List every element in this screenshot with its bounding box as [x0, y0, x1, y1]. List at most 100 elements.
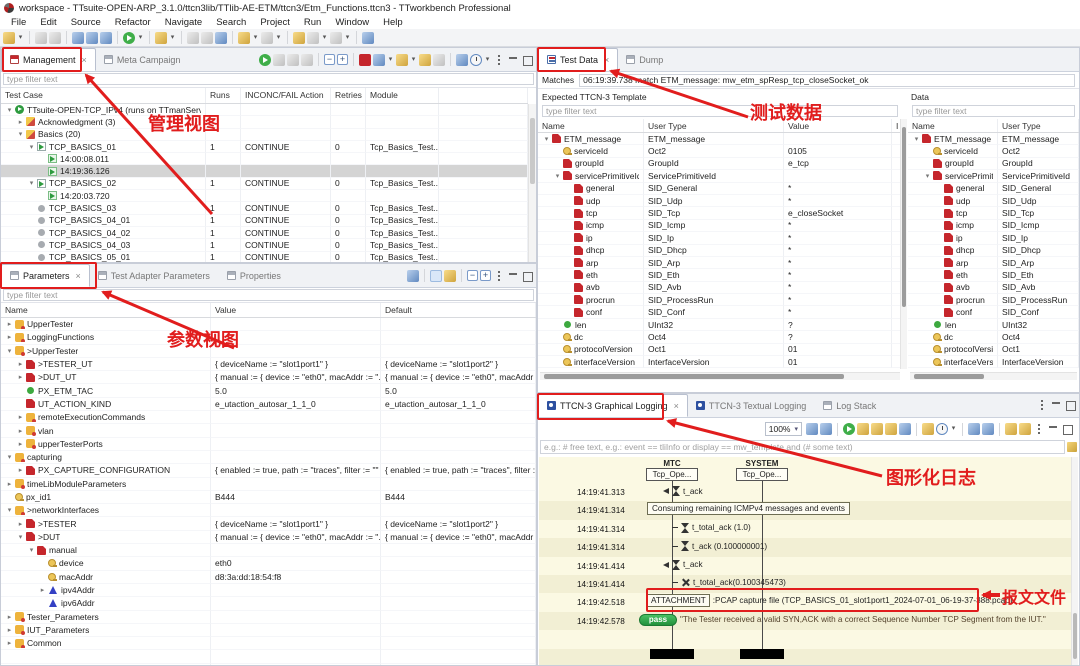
expander-icon[interactable]: ▾: [5, 453, 14, 461]
matches-value-field[interactable]: [579, 74, 1075, 87]
menu-search[interactable]: Search: [209, 17, 253, 28]
run-campaign-icon[interactable]: [259, 54, 271, 66]
back-icon[interactable]: [307, 32, 319, 44]
scrollbar-thumb[interactable]: [914, 374, 984, 379]
table-row[interactable]: ▾manual: [1, 544, 536, 557]
table-row[interactable]: dcOct4: [908, 331, 1079, 343]
table-row[interactable]: avbSID_Avb: [908, 282, 1079, 294]
time-icon[interactable]: [936, 423, 948, 435]
clear-icon[interactable]: [433, 54, 445, 66]
tab-close-icon[interactable]: ×: [674, 401, 679, 411]
table-row[interactable]: deviceeth0: [1, 557, 536, 570]
tab-close-icon[interactable]: ×: [82, 55, 87, 65]
expander-icon[interactable]: ▸: [16, 440, 25, 448]
attachment-box[interactable]: ATTACHMENT: [647, 594, 710, 607]
table-row[interactable]: ethSID_Eth: [908, 269, 1079, 281]
column-header-user-type[interactable]: User Type: [644, 119, 784, 132]
table-row[interactable]: groupIdGroupId: [908, 158, 1079, 170]
table-row[interactable]: arpSID_Arp: [908, 257, 1079, 269]
collapse-all-icon[interactable]: [467, 270, 478, 281]
table-row[interactable]: procrunSID_ProcessRun*: [538, 294, 900, 306]
table-row[interactable]: ▾Basics (20): [1, 129, 528, 141]
menu-refactor[interactable]: Refactor: [108, 17, 158, 28]
expander-icon[interactable]: ▸: [16, 427, 25, 435]
menu-run[interactable]: Run: [297, 17, 328, 28]
minimize-icon[interactable]: [507, 54, 519, 66]
scrollbar-thumb[interactable]: [902, 127, 906, 307]
table-row[interactable]: procrunSID_ProcessRun: [908, 294, 1079, 306]
save-icon[interactable]: [35, 32, 47, 44]
table-row[interactable]: ▸IUT_Parameters: [1, 624, 536, 637]
column-header-runs[interactable]: Runs: [206, 88, 241, 103]
table-row[interactable]: ▾ETM_messageETM_message: [538, 133, 900, 145]
column-header-value[interactable]: Value: [211, 303, 381, 317]
maximize-icon[interactable]: [1064, 399, 1076, 411]
table-row[interactable]: ▸>DUT_UT{ manual := { device := "eth0", …: [1, 371, 536, 384]
table-row[interactable]: ▸LoggingFunctions: [1, 331, 536, 344]
data-filter-input[interactable]: [912, 105, 1075, 117]
logging-filter-input[interactable]: [540, 440, 1065, 454]
table-row[interactable]: protocolVersionOct1: [908, 344, 1079, 356]
table-row[interactable]: confSID_Conf: [908, 306, 1079, 318]
template-horizontal-scrollbar[interactable]: [540, 372, 900, 380]
menu-source[interactable]: Source: [64, 17, 108, 28]
table-row[interactable]: 14:20:03.720: [1, 190, 528, 202]
zoom-out-icon[interactable]: [820, 423, 832, 435]
table-row[interactable]: ethSID_Eth*: [538, 269, 900, 281]
expander-icon[interactable]: ▸: [5, 480, 14, 488]
tab-parameters[interactable]: Parameters×: [1, 264, 90, 287]
table-row[interactable]: [1, 664, 536, 665]
new-wizard-icon[interactable]: [3, 32, 15, 44]
expander-icon[interactable]: ▸: [16, 118, 25, 126]
menu-navigate[interactable]: Navigate: [158, 17, 210, 28]
minimize-icon[interactable]: [507, 270, 519, 282]
jump-prev-icon[interactable]: [857, 423, 869, 435]
table-row[interactable]: ▸Acknowledgment (3): [1, 116, 528, 128]
filter-icon[interactable]: [922, 423, 934, 435]
expander-icon[interactable]: ▸: [38, 586, 47, 594]
attachment-label[interactable]: :PCAP capture file (TCP_BASICS_01_slot1p…: [713, 596, 1013, 605]
expander-icon[interactable]: ▾: [16, 533, 25, 541]
column-header-name[interactable]: Name: [908, 119, 998, 132]
collapse-all-icon[interactable]: [324, 54, 335, 65]
table-row[interactable]: ▸>TESTER_UT{ deviceName := "slot1port1" …: [1, 358, 536, 371]
table-row[interactable]: serviceIdOct20105: [538, 145, 900, 157]
expander-icon[interactable]: ▸: [16, 413, 25, 421]
template-vertical-scrollbar[interactable]: [900, 119, 907, 369]
expander-icon[interactable]: ▾: [27, 546, 36, 554]
time-dropdown-icon[interactable]: [950, 423, 957, 435]
expander-icon[interactable]: ▸: [16, 466, 25, 474]
open-perspective-icon[interactable]: [362, 32, 374, 44]
table-row[interactable]: ▸PX_CAPTURE_CONFIGURATION{ enabled := tr…: [1, 464, 536, 477]
table-row[interactable]: ipSID_Ip: [908, 232, 1079, 244]
table-row[interactable]: dcOct4?: [538, 331, 900, 343]
scrollbar-thumb[interactable]: [544, 374, 844, 379]
column-header-value[interactable]: Value: [784, 119, 892, 132]
table-row[interactable]: TCP_BASICS_04_021CONTINUE0Tcp_Basics_Tes…: [1, 227, 528, 239]
match-table-icon[interactable]: [843, 423, 855, 435]
expander-icon[interactable]: ▾: [542, 135, 551, 143]
tab-close-icon[interactable]: ×: [76, 271, 81, 281]
parameters-filter-input[interactable]: [3, 289, 534, 301]
table-row[interactable]: interfaceVersionInterfaceVersion01: [538, 356, 900, 368]
annotation-icon[interactable]: [238, 32, 250, 44]
table-row[interactable]: groupIdGroupIde_tcp: [538, 158, 900, 170]
expander-icon[interactable]: ▸: [16, 373, 25, 381]
table-row[interactable]: ▾>DUT{ manual := { device := "eth0", mac…: [1, 531, 536, 544]
table-row[interactable]: ▸timeLibModuleParameters: [1, 478, 536, 491]
table-row[interactable]: ▾TCP_BASICS_021CONTINUE0Tcp_Basics_Test.…: [1, 178, 528, 190]
table-row[interactable]: ▸ipv4Addr: [1, 584, 536, 597]
table-row[interactable]: udpSID_Udp*: [538, 195, 900, 207]
table-row[interactable]: ▸UpperTester: [1, 318, 536, 331]
table-row[interactable]: protocolVersionOct101: [538, 344, 900, 356]
minimize-icon[interactable]: [1047, 423, 1059, 435]
expander-icon[interactable]: ▸: [5, 626, 14, 634]
expander-icon[interactable]: ▾: [27, 143, 36, 151]
table-row[interactable]: ▸Tester_Parameters: [1, 611, 536, 624]
zoom-select[interactable]: 100% ▾: [765, 422, 802, 436]
table-row[interactable]: TCP_BASICS_04_011CONTINUE0Tcp_Basics_Tes…: [1, 215, 528, 227]
tab-test-data[interactable]: Test Data×: [538, 48, 618, 71]
diagram-vertical-scrollbar[interactable]: [1071, 457, 1078, 665]
column-header-test-case[interactable]: Test Case: [1, 88, 206, 103]
menu-edit[interactable]: Edit: [33, 17, 63, 28]
